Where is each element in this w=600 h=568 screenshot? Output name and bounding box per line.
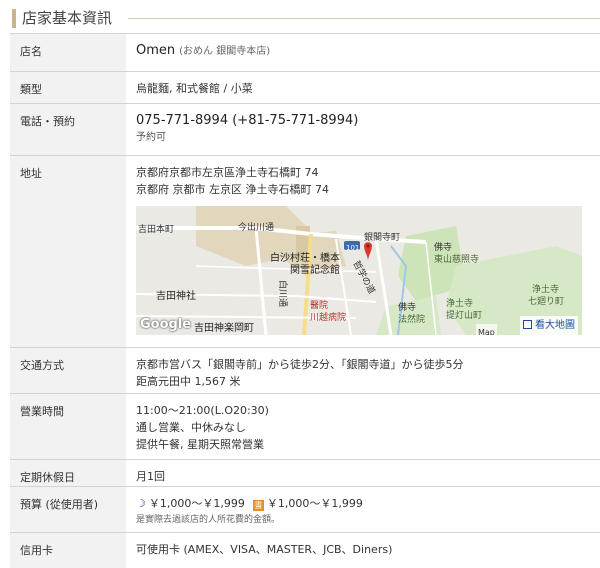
hours-line-3: 提供午餐, 星期天照常營業 [136, 438, 264, 451]
label-shop-name: 店名 [10, 33, 126, 72]
value-budget-cell: ☽ ￥1,000～￥1,999 晝 ￥1,000～￥1,999 是實際去過該店的人所花… [126, 486, 600, 533]
reservation-note: 予約可 [136, 132, 166, 143]
budget-dinner: ￥1,000～￥1,999 [148, 497, 245, 510]
map-label-ginkakuji-machi: 銀閣寺町 [364, 233, 401, 243]
map-label-higashiyama: 東山慈照寺 [434, 255, 480, 265]
budget-line: ☽ ￥1,000～￥1,999 晝 ￥1,000～￥1,999 [136, 495, 600, 512]
value-shop-name: Omen (おめん 銀閣寺本店) [126, 33, 600, 72]
value-tel-cell: 075-771-8994 (+81-75-771-8994) 予約可 [126, 103, 600, 156]
phone-number: 075-771-8994 (+81-75-771-8994) [136, 113, 359, 128]
label-type: 類型 [10, 71, 126, 104]
section-header: 店家基本資訊 [0, 0, 600, 36]
row-card: 信用卡 可使用卡 (AMEX、VISA、MASTER、JCB、Diners) [10, 532, 600, 568]
row-budget: 預算 (從使用者) ☽ ￥1,000～￥1,999 晝 ￥1,000～￥1,999 是… [10, 486, 600, 533]
row-shop-name: 店名 Omen (おめん 銀閣寺本店) [10, 33, 600, 72]
view-large-map-link[interactable]: 看大地圖 [520, 316, 578, 335]
transport-line-1: 京都市営バス「銀閣寺前」から徒歩2分、「銀閣寺道」から徒歩5分 [136, 358, 464, 371]
address-line-1: 京都府京都市左京區浄土寺石橋町 74 [136, 166, 319, 179]
row-address: 地址 京都府京都市左京區浄土寺石橋町 74 京都府 京都市 左京区 浄土寺石橋町… [10, 155, 600, 348]
view-large-map-label: 看大地圖 [535, 320, 575, 331]
value-address-cell: 京都府京都市左京區浄土寺石橋町 74 京都府 京都市 左京区 浄土寺石橋町 74 [126, 155, 600, 348]
map-data-label: Map [476, 324, 497, 335]
budget-note: 是實際去過該店的人所花費的金額。 [136, 515, 281, 525]
map-label-route101: 101 [346, 244, 360, 252]
section-divider [128, 18, 600, 19]
label-holiday: 定期休假日 [10, 459, 126, 487]
value-holiday: 月1回 [126, 459, 600, 487]
label-budget: 預算 (從使用者) [10, 486, 126, 533]
map-label-imadegawa: 今出川通 [238, 223, 275, 233]
label-card: 信用卡 [10, 532, 126, 568]
value-transport-cell: 京都市営バス「銀閣寺前」から徒歩2分、「銀閣寺道」から徒歩5分 距高元田中 1,… [126, 347, 600, 394]
map-label-yoshida-honmachi: 吉田本町 [138, 225, 175, 235]
value-hours-cell: 11:00～21:00(L.O20:30) 通し営業、中休みなし 提供午餐, 星… [126, 393, 600, 460]
hours-line-1: 11:00～21:00(L.O20:30) [136, 404, 269, 417]
value-card: 可使用卡 (AMEX、VISA、MASTER、JCB、Diners) [126, 532, 600, 568]
label-hours: 營業時間 [10, 393, 126, 460]
row-tel: 電話・預約 075-771-8994 (+81-75-771-8994) 予約可 [10, 103, 600, 156]
map-label-shirakawa: 白川通 [277, 280, 287, 308]
section-title: 店家基本資訊 [22, 9, 113, 27]
label-tel: 電話・預約 [10, 103, 126, 156]
map-label-yoshida-jinja: 吉田神社 [156, 291, 196, 302]
map-label-nanamagari: 七廻り町 [528, 297, 565, 307]
map-label-kansetsu: 関雪記念館 [290, 265, 340, 276]
address-line-2: 京都府 京都市 左京区 浄土寺石橋町 74 [136, 183, 329, 196]
row-holiday: 定期休假日 月1回 [10, 459, 600, 487]
google-logo: Google [140, 317, 192, 332]
transport-line-2: 距高元田中 1,567 米 [136, 375, 241, 388]
map-label-hosenin: 法然院 [398, 315, 426, 325]
label-transport: 交通方式 [10, 347, 126, 394]
row-type: 類型 烏龍麵, 和式餐館 / 小菜 [10, 71, 600, 104]
map-label-yoshida-kaguraoka: 吉田神楽岡町 [194, 323, 254, 334]
shop-name-kana: (おめん 銀閣寺本店) [179, 46, 271, 57]
moon-icon: ☽ [136, 497, 146, 510]
label-address: 地址 [10, 155, 126, 348]
map-label-kawasaki: 川越病院 [310, 313, 347, 323]
map-label-jodoji-teitou: 提灯山町 [446, 311, 483, 321]
shop-name: Omen [136, 43, 176, 58]
section-accent-bar [12, 9, 16, 28]
hours-line-2: 通し営業、中休みなし [136, 421, 246, 434]
row-transport: 交通方式 京都市営バス「銀閣寺前」から徒歩2分、「銀閣寺道」から徒歩5分 距高元… [10, 347, 600, 394]
budget-lunch: ￥1,000～￥1,999 [266, 497, 363, 510]
shop-info-table: 店名 Omen (おめん 銀閣寺本店) 類型 烏龍麵, 和式餐館 / 小菜 電話・… [10, 33, 600, 568]
expand-map-icon [523, 320, 532, 329]
row-hours: 營業時間 11:00～21:00(L.O20:30) 通し営業、中休みなし 提供… [10, 393, 600, 460]
value-type: 烏龍麵, 和式餐館 / 小菜 [126, 71, 600, 104]
map-view[interactable]: 吉田本町 今出川通 101 銀閣寺町 白沙村荘・橋本 関雪記念館 哲学の道 佛寺… [136, 206, 582, 335]
sun-icon: 晝 [252, 500, 264, 511]
